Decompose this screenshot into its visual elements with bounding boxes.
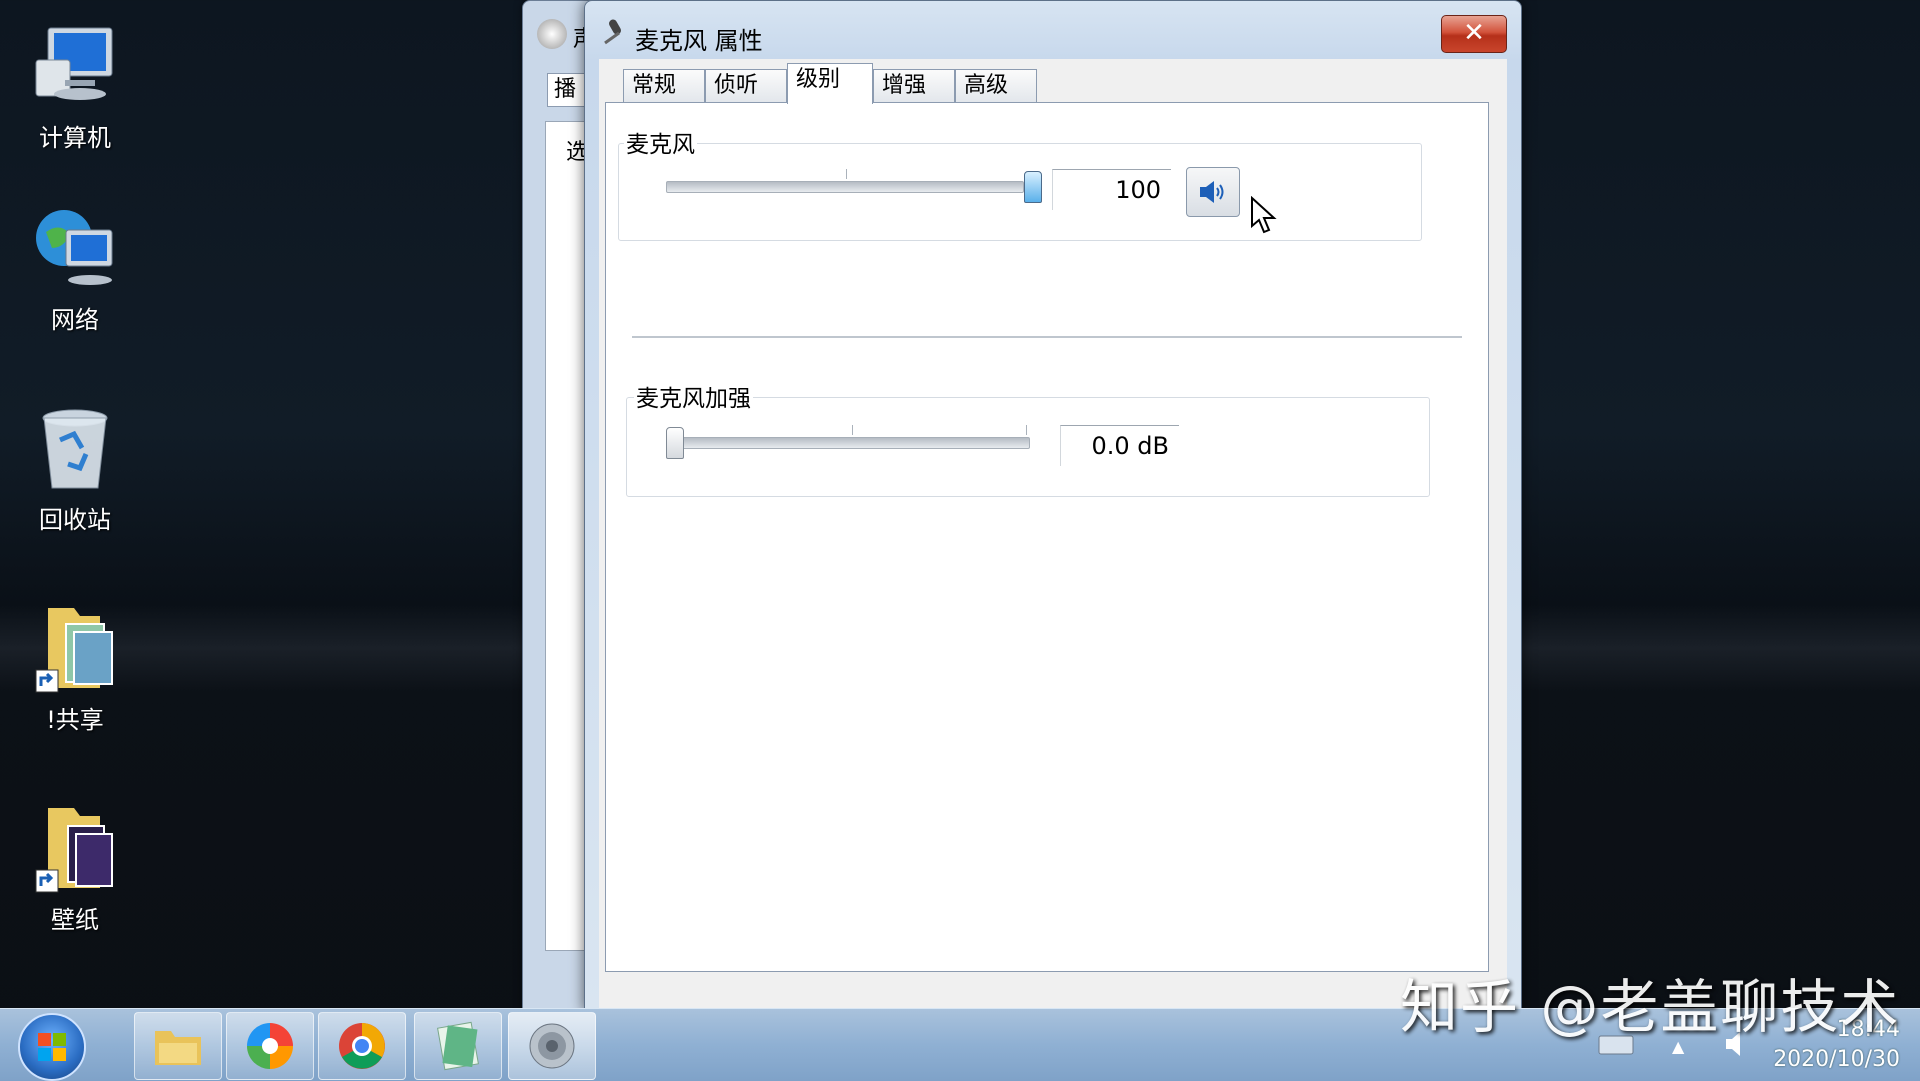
microphone-properties-dialog: 麦克风 属性 ✕ 常规 侦听 级别 增强 高级 麦克风 100 麦克风加强 0.…	[584, 0, 1522, 1077]
notepad-app-icon	[437, 1021, 479, 1071]
speaker-app-icon	[529, 1023, 575, 1069]
tray-date: 2020/10/30	[1773, 1047, 1900, 1072]
desktop-icon-label: 回收站	[39, 506, 111, 534]
levels-panel: 麦克风 100 麦克风加强 0.0 dB	[605, 102, 1489, 972]
close-icon: ✕	[1463, 18, 1485, 48]
desktop-icon-network[interactable]: 网络	[10, 204, 140, 335]
boost-slider-track[interactable]	[672, 437, 1030, 449]
sound-window-icon	[537, 19, 567, 49]
computer-icon	[30, 22, 120, 112]
boost-slider-thumb[interactable]	[666, 427, 684, 459]
file-explorer-icon	[155, 1031, 201, 1065]
tab-advanced[interactable]: 高级	[955, 69, 1037, 102]
desktop-icon-label: !共享	[46, 706, 104, 734]
desktop-icon-computer[interactable]: 计算机	[10, 22, 140, 153]
start-button[interactable]	[18, 1013, 86, 1081]
boost-label: 麦克风加强	[634, 379, 753, 413]
wallpaper-folder-icon	[30, 804, 120, 894]
close-button[interactable]: ✕	[1441, 15, 1507, 53]
network-icon	[30, 204, 120, 294]
watermark: 知乎 @老盖聊技术	[1400, 973, 1901, 1041]
windows-logo-icon	[38, 1033, 66, 1061]
shared-folder-icon	[30, 604, 120, 694]
desktop-icon-label: 计算机	[39, 124, 111, 152]
desktop-icon-recycle-bin[interactable]: 回收站	[10, 404, 140, 535]
tab-enhancements[interactable]: 增强	[873, 69, 955, 102]
taskbar-file-explorer[interactable]	[134, 1012, 222, 1080]
desktop-icon-wallpaper[interactable]: 壁纸	[10, 804, 140, 935]
separator	[632, 336, 1462, 338]
slider-tick	[846, 169, 847, 179]
desktop-icon-shared[interactable]: !共享	[10, 604, 140, 735]
tab-general[interactable]: 常规	[623, 69, 705, 102]
microphone-title-icon	[599, 17, 629, 51]
taskbar-pinwheel-app[interactable]	[226, 1012, 314, 1080]
dialog-client-area: 常规 侦听 级别 增强 高级 麦克风 100 麦克风加强 0.0 dB	[599, 59, 1507, 1077]
microphone-slider-track[interactable]	[666, 181, 1024, 193]
taskbar-sound-app[interactable]	[508, 1012, 596, 1080]
desktop-icon-label: 壁纸	[51, 906, 99, 934]
microphone-mute-button[interactable]	[1186, 167, 1240, 217]
mouse-cursor-icon	[1251, 196, 1277, 234]
tab-listen[interactable]: 侦听	[705, 69, 787, 102]
desktop-icon-label: 网络	[51, 306, 99, 334]
taskbar-notepad-app[interactable]	[414, 1012, 502, 1080]
tab-levels[interactable]: 级别	[787, 63, 873, 104]
slider-tick	[1026, 425, 1027, 435]
microphone-level-value[interactable]: 100	[1052, 169, 1171, 210]
microphone-slider-thumb[interactable]	[1024, 171, 1042, 203]
speaker-icon	[1200, 181, 1224, 203]
boost-level-value[interactable]: 0.0 dB	[1060, 425, 1179, 466]
chrome-icon	[339, 1023, 385, 1069]
slider-tick	[852, 425, 853, 435]
dialog-title: 麦克风 属性	[635, 27, 763, 55]
microphone-label: 麦克风	[624, 125, 697, 159]
taskbar-chrome[interactable]	[318, 1012, 406, 1080]
pinwheel-app-icon	[247, 1023, 293, 1069]
recycle-bin-icon	[30, 404, 120, 494]
